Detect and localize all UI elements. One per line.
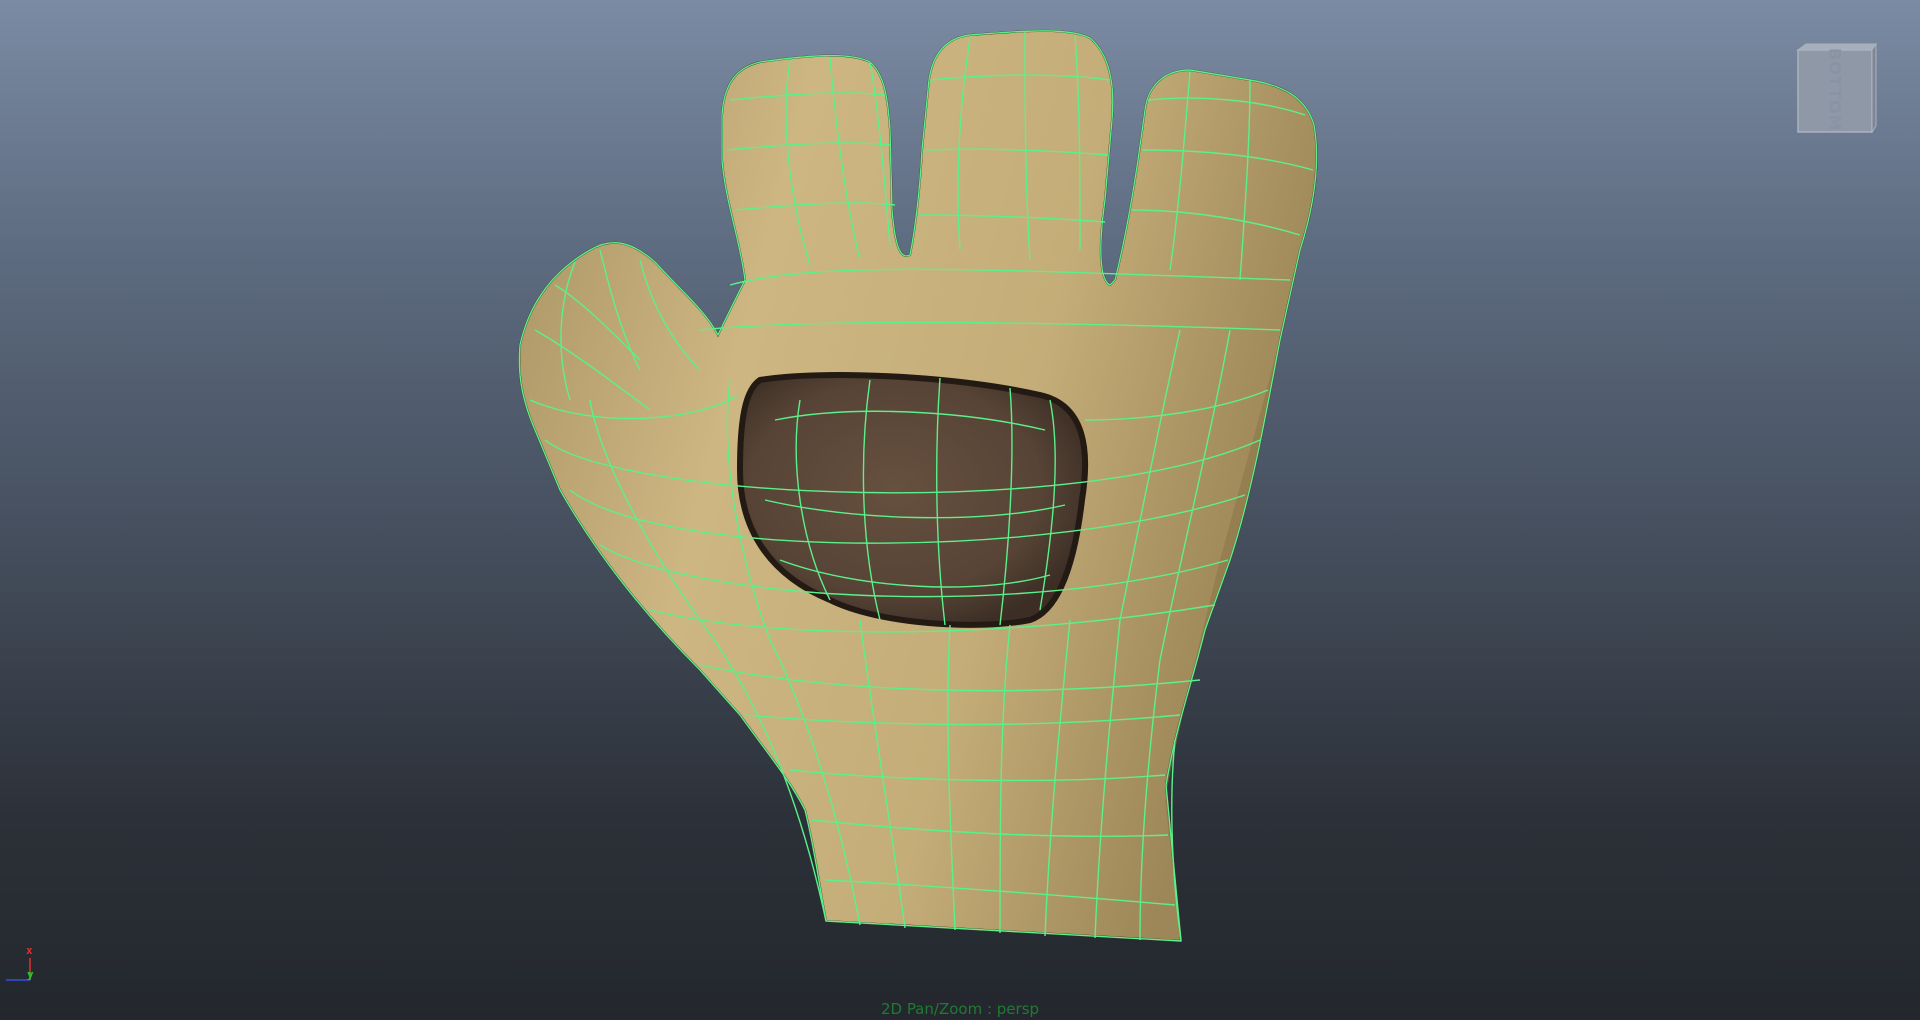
hud-status-text: 2D Pan/Zoom : persp <box>880 1000 1040 1018</box>
view-cube-top-edge <box>1796 43 1877 51</box>
axis-gizmo: x y <box>4 940 48 986</box>
perspective-viewport[interactable]: BOTTOM x y 2D Pan/Zoom : persp <box>0 0 1920 1020</box>
view-cube[interactable]: BOTTOM <box>1792 42 1878 138</box>
view-cube-face <box>1797 49 1873 133</box>
axis-y-label: y <box>27 968 34 981</box>
view-cube-side-edge <box>1871 42 1877 134</box>
axis-x-label: x <box>26 944 33 957</box>
glove-mesh[interactable] <box>0 0 1920 1020</box>
